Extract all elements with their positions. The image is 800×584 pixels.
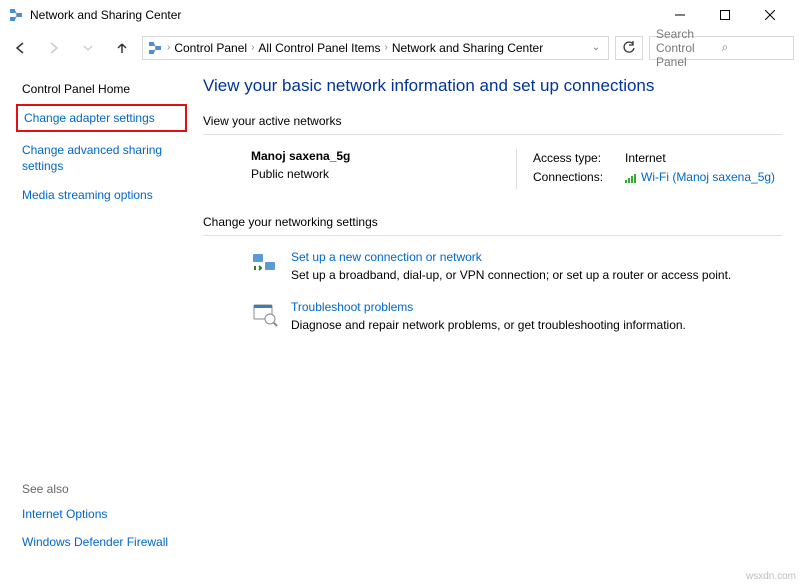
page-title: View your basic network information and …: [203, 76, 782, 96]
divider: [203, 134, 782, 135]
sidebar: Control Panel Home Change adapter settin…: [0, 64, 195, 570]
main-panel: View your basic network information and …: [195, 64, 800, 570]
network-name: Manoj saxena_5g: [251, 149, 500, 163]
minimize-button[interactable]: [657, 0, 702, 30]
access-type-value: Internet: [625, 149, 666, 168]
sidebar-change-adapter[interactable]: Change adapter settings: [24, 110, 179, 126]
search-input[interactable]: Search Control Panel ⌕: [649, 36, 794, 60]
divider: [203, 235, 782, 236]
maximize-button[interactable]: [702, 0, 747, 30]
sidebar-media-streaming[interactable]: Media streaming options: [22, 187, 181, 203]
connection-link[interactable]: Wi-Fi (Manoj saxena_5g): [641, 170, 775, 184]
sidebar-home[interactable]: Control Panel Home: [22, 82, 181, 96]
address-row: › Control Panel › All Control Panel Item…: [0, 30, 800, 64]
setup-connection-link[interactable]: Set up a new connection or network: [291, 250, 731, 264]
sidebar-internet-options[interactable]: Internet Options: [22, 506, 181, 522]
active-networks-label: View your active networks: [203, 114, 782, 128]
back-button[interactable]: [6, 36, 34, 60]
breadcrumb-item[interactable]: Network and Sharing Center: [392, 41, 543, 55]
access-type-label: Access type:: [533, 149, 619, 168]
window-controls: [657, 0, 792, 30]
setup-connection-item: Set up a new connection or network Set u…: [203, 250, 782, 282]
content-area: Control Panel Home Change adapter settin…: [0, 64, 800, 570]
address-bar[interactable]: › Control Panel › All Control Panel Item…: [142, 36, 609, 60]
refresh-button[interactable]: [615, 36, 643, 60]
chevron-right-icon[interactable]: ›: [167, 42, 170, 53]
network-type: Public network: [251, 167, 500, 181]
chevron-right-icon[interactable]: ›: [251, 42, 254, 53]
breadcrumb-item[interactable]: All Control Panel Items: [258, 41, 380, 55]
divider: [516, 149, 517, 189]
breadcrumb-item[interactable]: Control Panel: [174, 41, 247, 55]
network-center-icon: [147, 40, 163, 56]
sidebar-change-advanced[interactable]: Change advanced sharing settings: [22, 142, 181, 174]
sidebar-defender-firewall[interactable]: Windows Defender Firewall: [22, 534, 181, 550]
search-placeholder: Search Control Panel: [656, 27, 722, 69]
search-icon: ⌕: [722, 40, 788, 55]
network-center-icon: [8, 7, 24, 23]
recent-dropdown[interactable]: [74, 36, 102, 60]
close-button[interactable]: [747, 0, 792, 30]
setup-connection-desc: Set up a broadband, dial-up, or VPN conn…: [291, 268, 731, 282]
troubleshoot-item: Troubleshoot problems Diagnose and repai…: [203, 300, 782, 332]
see-also-label: See also: [22, 482, 181, 496]
setup-connection-icon: [251, 250, 279, 278]
up-button[interactable]: [108, 36, 136, 60]
troubleshoot-desc: Diagnose and repair network problems, or…: [291, 318, 686, 332]
watermark: wsxdn.com: [746, 571, 796, 582]
connections-label: Connections:: [533, 168, 619, 189]
address-dropdown[interactable]: ⌄: [588, 42, 604, 53]
highlight-box: Change adapter settings: [16, 104, 187, 132]
chevron-right-icon[interactable]: ›: [384, 42, 387, 53]
window-title: Network and Sharing Center: [30, 8, 657, 22]
active-network-block: Manoj saxena_5g Public network Access ty…: [203, 149, 782, 189]
change-networking-label: Change your networking settings: [203, 215, 782, 229]
wifi-signal-icon: [625, 170, 637, 189]
forward-button[interactable]: [40, 36, 68, 60]
troubleshoot-icon: [251, 300, 279, 328]
troubleshoot-link[interactable]: Troubleshoot problems: [291, 300, 686, 314]
titlebar: Network and Sharing Center: [0, 0, 800, 30]
